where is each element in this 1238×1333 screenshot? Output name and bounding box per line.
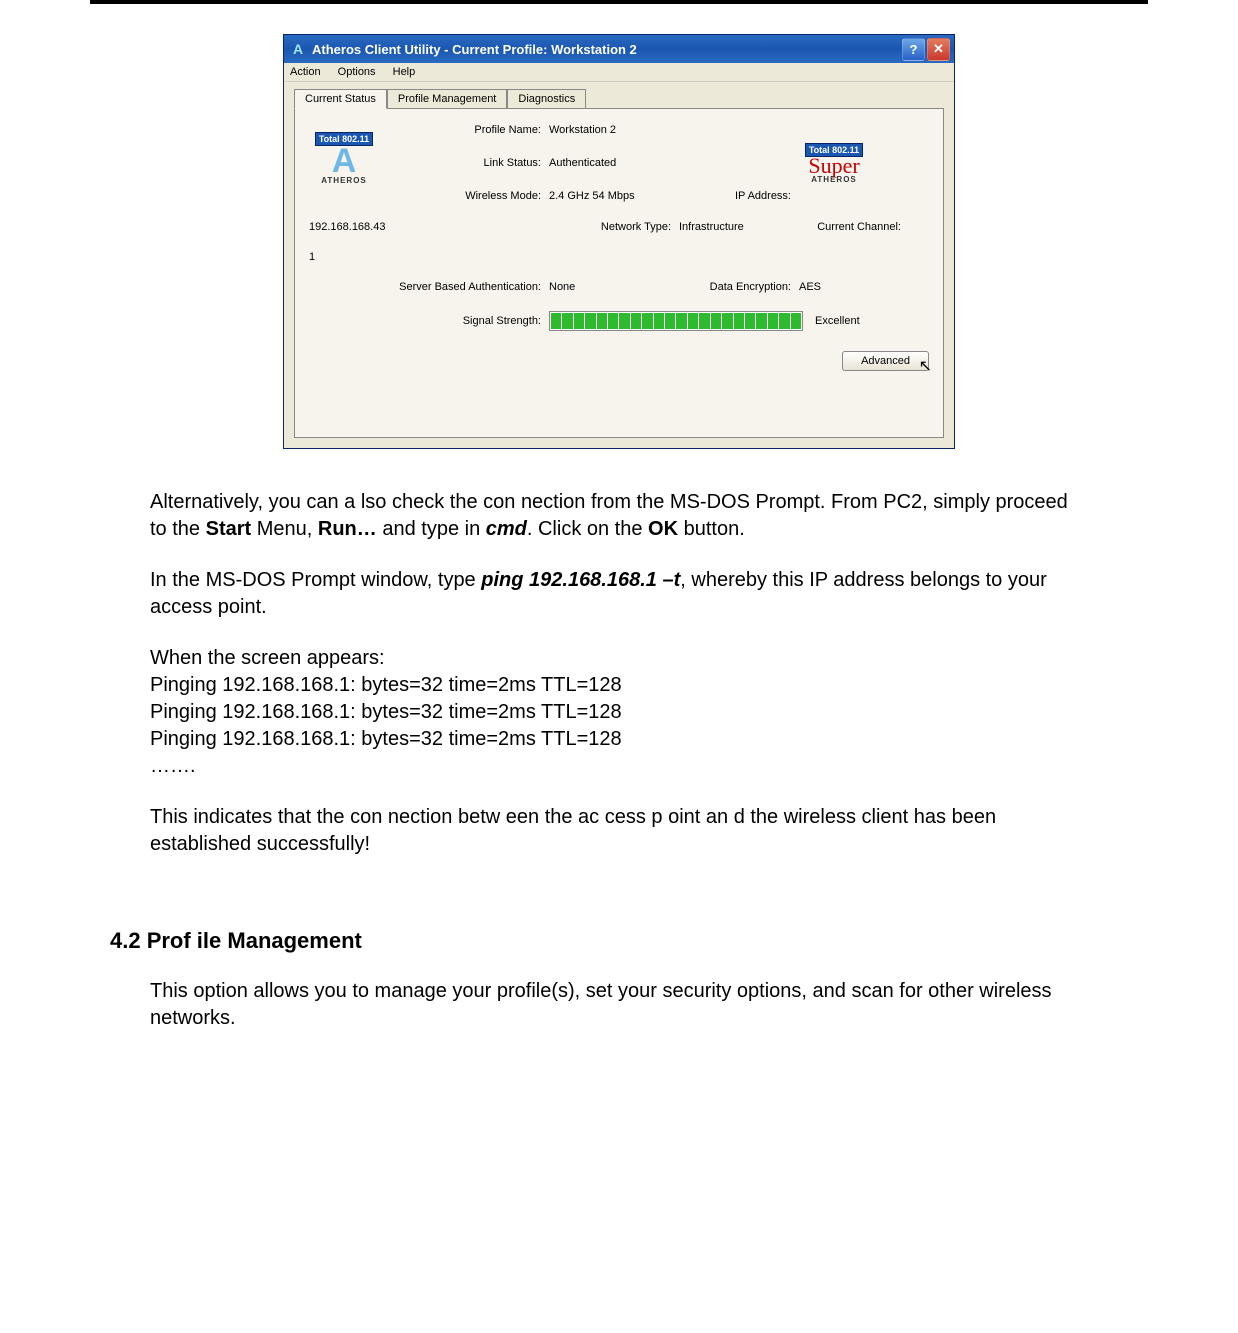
paragraph-1: Alternatively, you can a lso check the c… [150, 489, 1088, 543]
value-wireless-mode: 2.4 GHz 54 Mbps [549, 190, 679, 202]
value-ip: 192.168.168.43 [309, 221, 399, 233]
value-channel: 1 [309, 251, 399, 263]
app-window: A Atheros Client Utility - Current Profi… [283, 34, 955, 449]
value-network-type: Infrastructure [679, 221, 799, 233]
label-wireless-mode: Wireless Mode: [399, 190, 549, 202]
advanced-button[interactable]: Advanced ↖ [842, 351, 929, 371]
tab-strip: Current Status Profile Management Diagno… [294, 88, 944, 108]
label-network-type: Network Type: [549, 221, 679, 233]
client-area: Current Status Profile Management Diagno… [284, 82, 954, 448]
window-title: Atheros Client Utility - Current Profile… [312, 42, 900, 57]
label-ip: IP Address: [679, 190, 799, 202]
label-profile-name: Profile Name: [399, 124, 549, 136]
app-icon: A [290, 41, 306, 57]
atheros-logo-left: Total 802.11 A ATHEROS [309, 123, 389, 203]
menubar: Action Options Help [284, 63, 954, 82]
value-signal-text: Excellent [815, 315, 860, 327]
menu-action[interactable]: Action [290, 66, 321, 78]
cursor-icon: ↖ [919, 356, 932, 376]
help-button[interactable]: ? [902, 38, 925, 61]
signal-strength-bar [549, 311, 803, 331]
titlebar: A Atheros Client Utility - Current Profi… [284, 35, 954, 63]
value-link-status: Authenticated [549, 157, 679, 169]
tab-current-status[interactable]: Current Status [294, 89, 387, 109]
label-sba: Server Based Authentication: [309, 281, 549, 293]
label-link-status: Link Status: [399, 157, 549, 169]
paragraph-5-container: This option allows you to manage your pr… [150, 978, 1088, 1032]
menu-help[interactable]: Help [393, 66, 416, 78]
value-sba: None [549, 281, 679, 293]
paragraph-3: When the screen appears: Pinging 192.168… [150, 645, 1088, 780]
label-signal: Signal Strength: [399, 315, 549, 327]
logo-brand: ATHEROS [321, 176, 367, 185]
logo-brand-right: ATHEROS [811, 175, 857, 184]
label-channel: Current Channel: [799, 221, 909, 233]
atheros-logo-right: Total 802.11 Super ATHEROS [799, 128, 909, 198]
top-rule [90, 0, 1148, 4]
value-profile-name: Workstation 2 [549, 124, 679, 136]
paragraph-4: This indicates that the con nection betw… [150, 804, 1088, 858]
label-encryption: Data Encryption: [679, 281, 799, 293]
advanced-button-label: Advanced [861, 355, 910, 367]
tab-profile-management[interactable]: Profile Management [387, 89, 507, 109]
logo-letter: A [332, 146, 357, 176]
paragraph-2: In the MS-DOS Prompt window, type ping 1… [150, 567, 1088, 621]
logo-superg: Super [808, 157, 859, 175]
section-heading: 4.2 Prof ile Management [110, 928, 1128, 954]
document-body: Alternatively, you can a lso check the c… [150, 489, 1088, 858]
paragraph-5: This option allows you to manage your pr… [150, 978, 1088, 1032]
tab-diagnostics[interactable]: Diagnostics [507, 89, 586, 109]
close-button[interactable]: ✕ [927, 38, 950, 61]
value-encryption: AES [799, 281, 909, 293]
tab-panel-current-status: Total 802.11 A ATHEROS Profile Name: Wor… [294, 108, 944, 438]
menu-options[interactable]: Options [338, 66, 376, 78]
